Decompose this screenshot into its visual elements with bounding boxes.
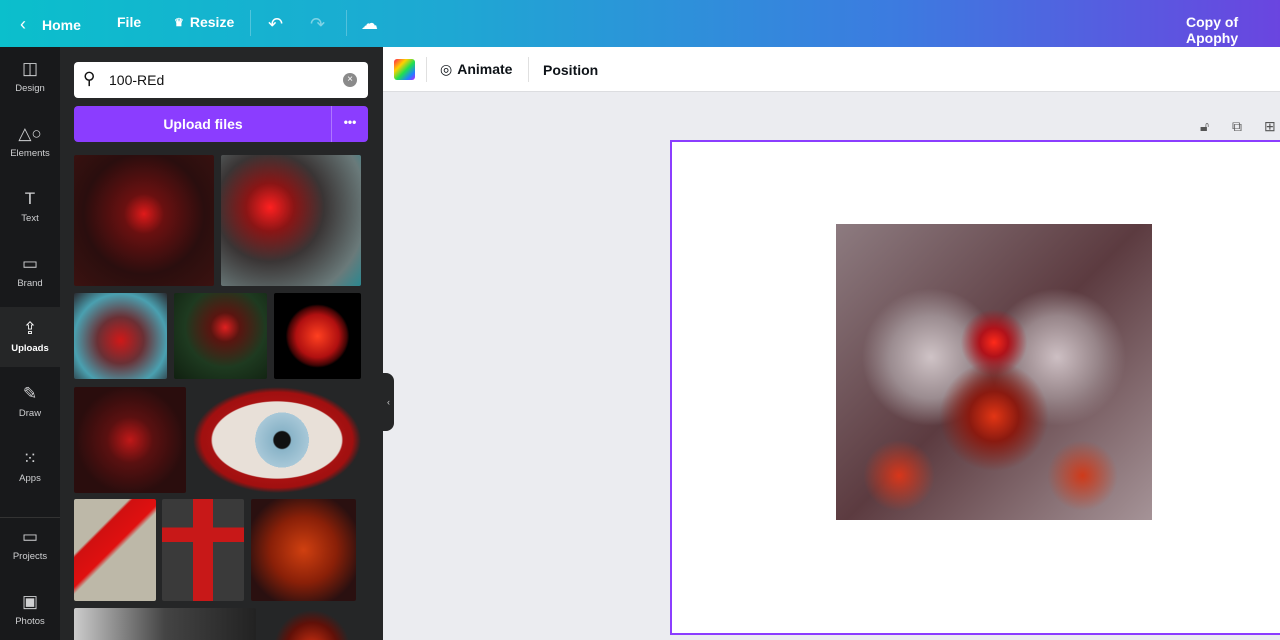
upload-files-button[interactable]: Upload files •••: [74, 106, 368, 142]
add-page-icon[interactable]: ⊞: [1264, 118, 1276, 135]
divider: [250, 10, 251, 36]
upload-thumbnail[interactable]: [74, 387, 186, 493]
layout-icon: ◫: [21, 59, 39, 78]
color-picker-button[interactable]: [394, 59, 415, 80]
upload-thumbnail[interactable]: [74, 608, 256, 640]
file-menu[interactable]: File: [117, 14, 141, 30]
rail-item-photos[interactable]: ▣ Photos: [0, 580, 60, 640]
upload-thumbnail[interactable]: [174, 293, 267, 379]
image-icon: ▣: [21, 592, 39, 611]
upload-thumbnail[interactable]: [251, 499, 356, 601]
rail-item-elements[interactable]: △○ Elements: [0, 112, 60, 172]
undo-icon[interactable]: ↶: [268, 14, 283, 35]
divider: [528, 57, 529, 82]
text-icon: T: [24, 189, 36, 208]
search-icon: ⚲: [83, 69, 96, 88]
rail-item-projects[interactable]: ▭ Projects: [0, 515, 60, 575]
rail-item-brand[interactable]: ▭ Brand: [0, 242, 60, 302]
position-button[interactable]: Position: [543, 62, 598, 78]
chevron-left-icon: ‹: [387, 397, 390, 407]
rail-item-uploads[interactable]: ⇪ Uploads: [0, 307, 60, 367]
brand-icon: ▭: [21, 254, 39, 273]
cloud-upload-icon: ⇪: [22, 319, 38, 338]
crown-icon: ♛: [174, 16, 184, 29]
upload-thumbnail[interactable]: [193, 387, 361, 493]
redo-icon[interactable]: ↷: [310, 14, 325, 35]
shapes-icon: △○: [18, 124, 42, 143]
clear-icon[interactable]: ×: [343, 73, 357, 87]
side-rail: ◫ Design △○ Elements T Text ▭ Brand ⇪ Uploads…: [0, 47, 60, 640]
animate-button[interactable]: ◎ Animate: [440, 61, 512, 78]
rail-item-text[interactable]: T Text: [0, 177, 60, 237]
upload-thumbnail[interactable]: [221, 155, 361, 286]
cloud-saved-icon[interactable]: ☁: [361, 14, 378, 34]
divider: [346, 10, 347, 36]
search-input[interactable]: ⚲ 100-REd ×: [74, 62, 368, 98]
divider: [426, 57, 427, 82]
uploads-panel: ⚲ 100-REd × Upload files •••: [60, 47, 383, 640]
upload-thumbnail[interactable]: [74, 155, 214, 286]
top-bar: ‹ Home File ♛ Resize ↶ ↷ ☁ Copy of Apophy: [0, 0, 1280, 47]
home-button[interactable]: ‹ Home: [20, 14, 81, 35]
lock-icon[interactable]: 🔓︎: [1200, 118, 1209, 135]
editor-toolbar: ◎ Animate Position: [383, 47, 1280, 92]
upload-thumbnail[interactable]: [263, 608, 361, 640]
fractal-image[interactable]: [836, 224, 1152, 520]
chevron-left-icon: ‹: [20, 14, 26, 34]
rail-item-design[interactable]: ◫ Design: [0, 47, 60, 107]
rail-item-draw[interactable]: ✎ Draw: [0, 372, 60, 432]
folder-icon: ▭: [21, 527, 39, 546]
more-options-button[interactable]: •••: [332, 115, 368, 129]
duplicate-page-icon[interactable]: ⧉: [1232, 118, 1242, 135]
document-title[interactable]: Copy of Apophy: [1186, 14, 1280, 46]
grid-icon: ⁙: [22, 449, 38, 468]
rail-item-apps[interactable]: ⁙ Apps: [0, 437, 60, 497]
upload-thumbnail[interactable]: [274, 293, 361, 379]
upload-thumbnail[interactable]: [162, 499, 244, 601]
upload-thumbnail[interactable]: [74, 293, 167, 379]
resize-button[interactable]: ♛ Resize: [174, 14, 234, 30]
pen-icon: ✎: [22, 384, 38, 403]
collapse-panel-button[interactable]: ‹: [383, 373, 394, 431]
upload-thumbnail[interactable]: [74, 499, 156, 601]
animate-icon: ◎: [440, 61, 453, 77]
